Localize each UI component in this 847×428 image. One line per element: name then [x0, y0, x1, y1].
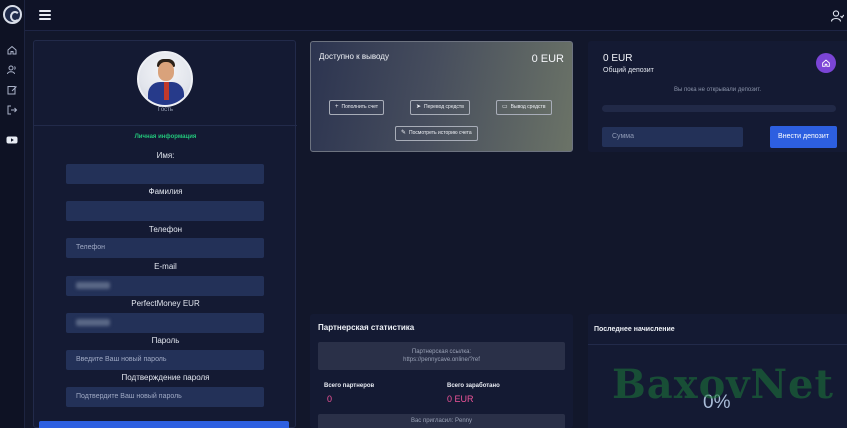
menu-icon[interactable] — [39, 10, 51, 20]
wallet-icon: ▭ — [502, 104, 508, 110]
partner-stats-card: Партнерская статистика Партнерская ссылк… — [310, 314, 573, 428]
email-field[interactable] — [66, 276, 264, 296]
accrual-title: Последнее начисление — [594, 326, 675, 333]
phone-field[interactable]: Телефон — [66, 238, 264, 258]
deposit-progress-bar — [602, 105, 836, 112]
total-earned-value: 0 EUR — [447, 394, 474, 404]
balance-amount: 0 EUR — [531, 53, 564, 65]
save-button[interactable] — [39, 421, 289, 428]
email-label: E-mail — [154, 262, 177, 271]
perfectmoney-label: PerfectMoney EUR — [131, 299, 200, 308]
referral-link-value: https://pennycave.online/?ref — [403, 357, 480, 363]
name-field[interactable] — [66, 164, 264, 184]
divider — [34, 125, 297, 126]
balance-card: Доступно к выводу 0 EUR + Пополнить счет… — [310, 41, 573, 152]
password-confirm-field[interactable]: Подтвердите Ваш новый пароль — [66, 387, 264, 407]
surname-label: Фамилия — [148, 187, 183, 196]
balance-title: Доступно к выводу — [319, 52, 389, 61]
transfer-label: Перевод средств — [424, 104, 464, 110]
watermark: BaxovNet — [612, 361, 834, 408]
deposit-amount: 0 EUR — [603, 53, 633, 64]
home-icon[interactable] — [6, 44, 18, 56]
withdraw-label: Вывод средств — [510, 104, 546, 110]
total-partners-label: Всего партнеров — [324, 383, 375, 389]
avatar-caption: Гость — [157, 107, 174, 113]
deposit-card: 0 EUR Общий депозит Вы пока не открывали… — [588, 41, 847, 152]
withdraw-button[interactable]: ▭ Вывод средств — [496, 100, 552, 115]
partner-title: Партнерская статистика — [318, 323, 415, 332]
section-title: Личная информация — [134, 134, 197, 140]
phone-label: Телефон — [148, 225, 183, 234]
referral-link-label: Партнерская ссылка: — [411, 349, 472, 355]
surname-field[interactable] — [66, 201, 264, 221]
users-icon[interactable] — [6, 64, 18, 76]
password-field[interactable]: Введите Ваш новый пароль — [66, 350, 264, 370]
password-confirm-label: Подтверждение пароля — [121, 373, 210, 382]
logout-icon[interactable] — [6, 104, 18, 116]
perfectmoney-field[interactable] — [66, 313, 264, 333]
deposit-button[interactable]: Внести депозит — [770, 126, 837, 148]
password-label: Пароль — [151, 336, 180, 345]
total-earned-label: Всего заработано — [447, 383, 500, 389]
edit-icon[interactable] — [6, 84, 18, 96]
deposit-label: Общий депозит — [603, 67, 654, 74]
plus-icon: + — [335, 104, 339, 110]
topup-button[interactable]: + Пополнить счет — [329, 100, 384, 115]
referral-link[interactable]: Партнерская ссылка: https://pennycave.on… — [318, 342, 565, 370]
home-icon[interactable] — [816, 53, 836, 73]
icon-rail — [0, 0, 25, 428]
deposit-sum-input[interactable]: Сумма — [602, 127, 743, 147]
top-bar — [25, 0, 847, 31]
send-icon: ➤ — [416, 104, 422, 110]
brand-logo-icon[interactable] — [3, 5, 22, 24]
deposit-empty-message: Вы пока не открывали депозит. — [673, 87, 762, 93]
transfer-button[interactable]: ➤ Перевод средств — [410, 100, 470, 115]
divider — [588, 344, 847, 345]
history-button[interactable]: ✎ Посмотреть историю счета — [395, 126, 478, 141]
invited-by: Вас пригласил: Penny — [318, 414, 565, 428]
user-icon[interactable] — [830, 9, 845, 23]
youtube-icon[interactable] — [6, 134, 18, 146]
edit-icon: ✎ — [401, 130, 407, 136]
profile-panel: Гость Личная информация Имя: Фамилия Тел… — [33, 40, 297, 428]
name-label: Имя: — [156, 151, 175, 160]
history-label: Посмотреть историю счета — [409, 130, 472, 136]
topup-label: Пополнить счет — [341, 104, 378, 110]
avatar — [137, 51, 193, 107]
total-partners-value: 0 — [327, 394, 333, 404]
